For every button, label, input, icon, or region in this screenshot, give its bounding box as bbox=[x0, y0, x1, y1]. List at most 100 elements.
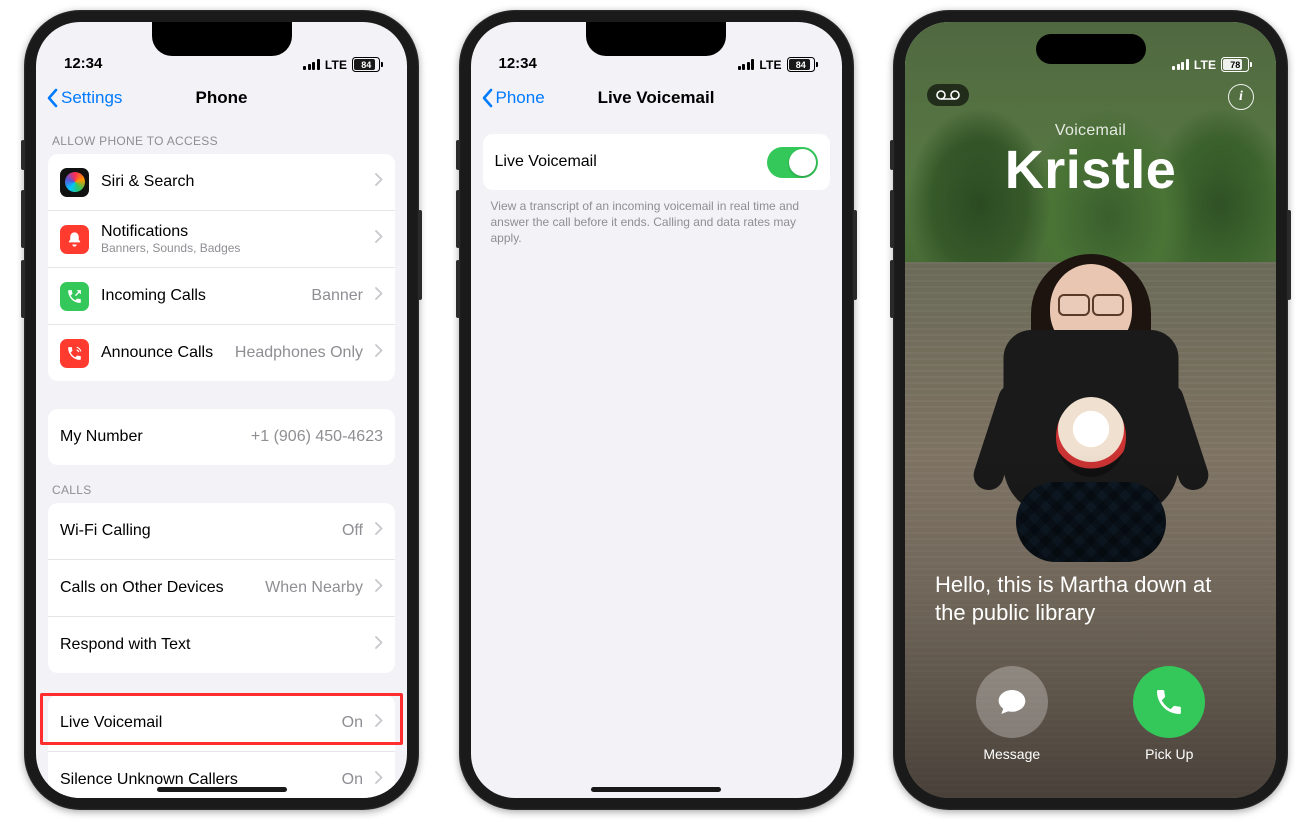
row-label: Incoming Calls bbox=[101, 287, 206, 304]
row-incoming-calls[interactable]: Incoming Calls Banner bbox=[48, 267, 395, 324]
row-label: Live Voicemail bbox=[495, 153, 597, 170]
chevron-right-icon bbox=[375, 344, 383, 362]
network-label: LTE bbox=[1194, 58, 1216, 72]
settings-scroll[interactable]: ALLOW PHONE TO ACCESS Siri & Search Noti… bbox=[36, 116, 407, 798]
group-calls-2: Live Voicemail On Silence Unknown Caller… bbox=[48, 695, 395, 798]
row-label: Live Voicemail bbox=[60, 714, 162, 731]
row-detail: +1 (906) 450-4623 bbox=[251, 428, 383, 446]
iphone-frame-3: LTE 78 i Voicemail Kristle Hello, this i… bbox=[893, 10, 1288, 810]
chevron-right-icon bbox=[375, 522, 383, 540]
nav-bar: Phone Live Voicemail bbox=[471, 76, 842, 120]
group-toggle: Live Voicemail bbox=[483, 134, 830, 190]
call-header: Voicemail Kristle bbox=[905, 122, 1276, 199]
home-indicator[interactable] bbox=[591, 787, 721, 792]
row-live-voicemail-toggle[interactable]: Live Voicemail bbox=[483, 134, 830, 190]
voicemail-pill-icon bbox=[927, 84, 969, 106]
row-detail: Banner bbox=[311, 287, 363, 305]
iphone-frame-1: 12:34 LTE 84 Settings Phone ALLOW PHONE … bbox=[24, 10, 419, 810]
battery-icon: 84 bbox=[352, 57, 383, 72]
row-label: Calls on Other Devices bbox=[60, 579, 224, 596]
section-allow-header: ALLOW PHONE TO ACCESS bbox=[36, 116, 407, 154]
caller-name: Kristle bbox=[905, 142, 1276, 199]
message-button[interactable] bbox=[976, 666, 1048, 738]
row-detail: Headphones Only bbox=[235, 344, 363, 362]
screen-incoming-voicemail: LTE 78 i Voicemail Kristle Hello, this i… bbox=[905, 22, 1276, 798]
siri-icon bbox=[60, 168, 89, 197]
iphone-frame-2: 12:34 LTE 84 Phone Live Voicemail bbox=[459, 10, 854, 810]
notch bbox=[152, 22, 292, 56]
row-detail: On bbox=[342, 714, 363, 732]
nav-title: Live Voicemail bbox=[598, 88, 715, 108]
row-detail: On bbox=[342, 771, 363, 789]
pickup-button[interactable] bbox=[1133, 666, 1205, 738]
row-label: Respond with Text bbox=[60, 636, 190, 653]
row-announce-calls[interactable]: Announce Calls Headphones Only bbox=[48, 324, 395, 381]
row-siri-search[interactable]: Siri & Search bbox=[48, 154, 395, 210]
live-transcript: Hello, this is Martha down at the public… bbox=[935, 571, 1246, 628]
chevron-right-icon bbox=[375, 173, 383, 191]
phone-icon bbox=[1153, 686, 1185, 718]
status-time: 12:34 bbox=[499, 55, 537, 72]
nav-title: Phone bbox=[196, 88, 248, 108]
screen-phone-settings: 12:34 LTE 84 Settings Phone ALLOW PHONE … bbox=[36, 22, 407, 798]
battery-icon: 78 bbox=[1221, 57, 1252, 72]
status-time: 12:34 bbox=[64, 55, 102, 72]
row-label: Notifications bbox=[101, 223, 188, 240]
chevron-right-icon bbox=[375, 714, 383, 732]
row-detail: Off bbox=[342, 522, 363, 540]
section-calls-header: CALLS bbox=[36, 465, 407, 503]
battery-icon: 84 bbox=[787, 57, 818, 72]
row-wifi-calling[interactable]: Wi-Fi Calling Off bbox=[48, 503, 395, 559]
call-header-sub: Voicemail bbox=[905, 122, 1276, 140]
message-action[interactable]: Message bbox=[976, 666, 1048, 762]
message-icon bbox=[996, 686, 1028, 718]
action-label: Pick Up bbox=[1145, 746, 1193, 762]
chevron-right-icon bbox=[375, 771, 383, 789]
row-respond-with-text[interactable]: Respond with Text bbox=[48, 616, 395, 673]
row-label: Silence Unknown Callers bbox=[60, 771, 238, 788]
chevron-left-icon bbox=[46, 88, 59, 108]
nav-bar: Settings Phone bbox=[36, 76, 407, 120]
toggle-switch[interactable] bbox=[767, 147, 818, 178]
phone-announce-icon bbox=[60, 339, 89, 368]
section-footer: View a transcript of an incoming voicema… bbox=[471, 190, 842, 247]
row-label: My Number bbox=[60, 428, 143, 445]
notch bbox=[586, 22, 726, 56]
chevron-right-icon bbox=[375, 287, 383, 305]
phone-incoming-icon bbox=[60, 282, 89, 311]
back-label: Phone bbox=[496, 88, 545, 108]
back-label: Settings bbox=[61, 88, 122, 108]
group-allow-access: Siri & Search Notifications Banners, Sou… bbox=[48, 154, 395, 381]
status-bar: LTE 78 bbox=[905, 22, 1276, 76]
signal-icon bbox=[303, 59, 320, 70]
row-calls-other-devices[interactable]: Calls on Other Devices When Nearby bbox=[48, 559, 395, 616]
signal-icon bbox=[738, 59, 755, 70]
screen-live-voicemail-settings: 12:34 LTE 84 Phone Live Voicemail bbox=[471, 22, 842, 798]
row-label: Announce Calls bbox=[101, 344, 213, 361]
row-label: Siri & Search bbox=[101, 173, 194, 190]
row-detail: When Nearby bbox=[265, 579, 363, 597]
action-label: Message bbox=[983, 746, 1040, 762]
back-button[interactable]: Settings bbox=[46, 88, 122, 108]
pickup-action[interactable]: Pick Up bbox=[1133, 666, 1205, 762]
group-calls-1: Wi-Fi Calling Off Calls on Other Devices… bbox=[48, 503, 395, 673]
row-my-number[interactable]: My Number +1 (906) 450-4623 bbox=[48, 409, 395, 465]
settings-scroll[interactable]: Live Voicemail View a transcript of an i… bbox=[471, 116, 842, 798]
row-live-voicemail[interactable]: Live Voicemail On bbox=[48, 695, 395, 751]
three-iphone-screenshots: 12:34 LTE 84 Settings Phone ALLOW PHONE … bbox=[0, 0, 1312, 820]
back-button[interactable]: Phone bbox=[481, 88, 545, 108]
home-indicator[interactable] bbox=[157, 787, 287, 792]
network-label: LTE bbox=[325, 58, 347, 72]
row-notifications[interactable]: Notifications Banners, Sounds, Badges bbox=[48, 210, 395, 267]
chevron-right-icon bbox=[375, 636, 383, 654]
chevron-left-icon bbox=[481, 88, 494, 108]
call-actions: Message Pick Up bbox=[905, 666, 1276, 762]
signal-icon bbox=[1172, 59, 1189, 70]
chevron-right-icon bbox=[375, 579, 383, 597]
row-label: Wi-Fi Calling bbox=[60, 522, 151, 539]
info-button[interactable]: i bbox=[1228, 84, 1254, 110]
network-label: LTE bbox=[759, 58, 781, 72]
bell-icon bbox=[60, 225, 89, 254]
chevron-right-icon bbox=[375, 230, 383, 248]
group-my-number: My Number +1 (906) 450-4623 bbox=[48, 409, 395, 465]
